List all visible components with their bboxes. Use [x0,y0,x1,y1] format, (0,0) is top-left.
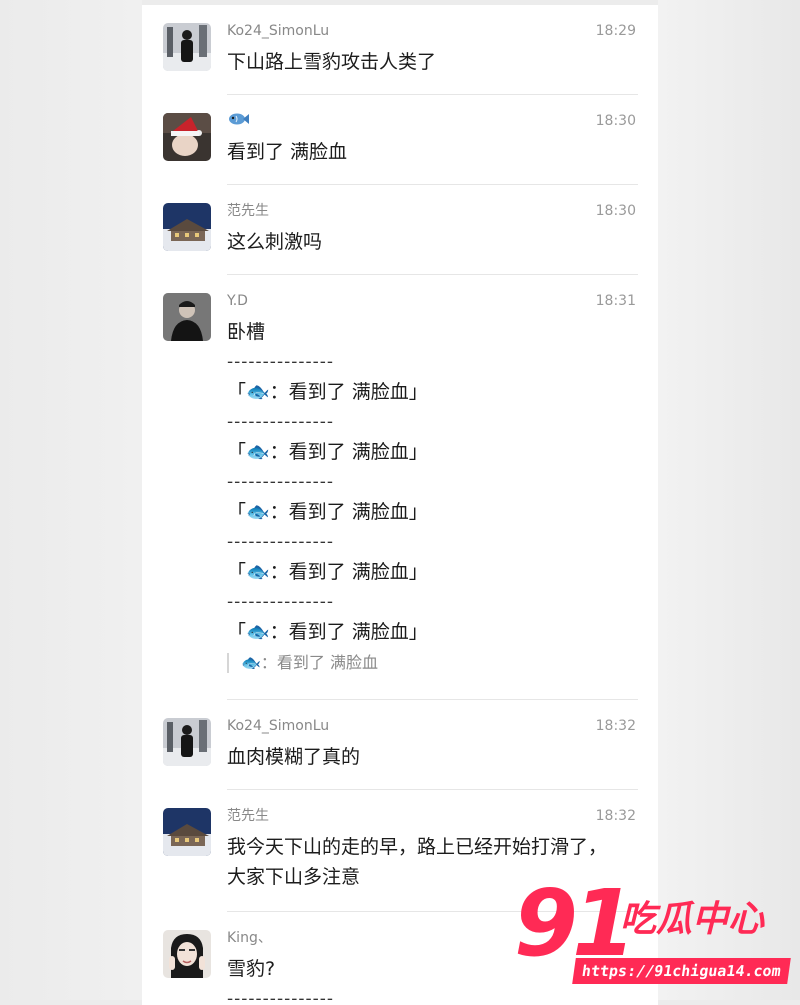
quote-line: 「🐟：看到了 满脸血」 [227,501,428,523]
avatar[interactable] [163,23,211,71]
quote-line: 「🐟：看到了 满脸血」 [227,621,428,643]
message-time: 18:30 [595,203,636,219]
message-item: Y.D 18:31 卧槽 --------------- 「🐟：看到了 满脸血」… [142,275,658,700]
watermark-title: 吃瓜中心 [620,899,765,940]
quote-divider: --------------- [227,352,335,372]
message-text: 这么刺激吗 [227,231,323,253]
quote-divider: --------------- [227,592,335,612]
sender-name[interactable] [227,111,249,131]
message-item: Ko24_SimonLu 18:32 血肉模糊了真的 [142,700,658,790]
sender-name[interactable]: 范先生 [227,201,269,221]
avatar[interactable] [163,718,211,766]
message-item: 范先生 18:30 这么刺激吗 [142,185,658,275]
quote-line: 「🐟：看到了 满脸血」 [227,441,428,463]
sender-name[interactable]: King、 [227,928,272,948]
message-text: 血肉模糊了真的 [227,746,361,768]
avatar[interactable] [163,113,211,161]
chat-message-list[interactable]: Ko24_SimonLu 18:29 下山路上雪豹攻击人类了 18:30 看到了… [142,5,658,1005]
sender-name[interactable]: Y.D [227,291,248,311]
message-time: 18:32 [595,718,636,734]
fish-emoji-icon [229,113,249,125]
quote-divider: --------------- [227,472,335,492]
quoted-reference[interactable]: 🐟：看到了 满脸血 [227,651,638,675]
message-text: 看到了 满脸血 [227,141,348,163]
background-left [0,0,142,1000]
message-time: 18:29 [595,23,636,39]
message-item: Ko24_SimonLu 18:29 下山路上雪豹攻击人类了 [142,5,658,95]
sender-name[interactable]: Ko24_SimonLu [227,21,329,41]
site-watermark: 91 吃瓜中心 https://91chigua14.com [514,876,791,988]
watermark-url: https://91chigua14.com [572,958,791,984]
message-time: 18:30 [595,113,636,129]
message-item: 18:30 看到了 满脸血 [142,95,658,185]
message-text: 下山路上雪豹攻击人类了 [227,51,437,73]
quote-line: 「🐟：看到了 满脸血」 [227,381,428,403]
message-text: 卧槽 --------------- 「🐟：看到了 满脸血」 ---------… [227,317,638,675]
quote-line: 「🐟：看到了 满脸血」 [227,561,428,583]
message-time: 18:31 [595,293,636,309]
quote-divider: --------------- [227,532,335,552]
avatar[interactable] [163,930,211,978]
quote-divider: --------------- [227,412,335,432]
sender-name[interactable]: 范先生 [227,806,269,826]
avatar[interactable] [163,808,211,856]
background-right [658,0,800,1000]
avatar[interactable] [163,293,211,341]
sender-name[interactable]: Ko24_SimonLu [227,716,329,736]
message-time: 18:32 [595,808,636,824]
avatar[interactable] [163,203,211,251]
